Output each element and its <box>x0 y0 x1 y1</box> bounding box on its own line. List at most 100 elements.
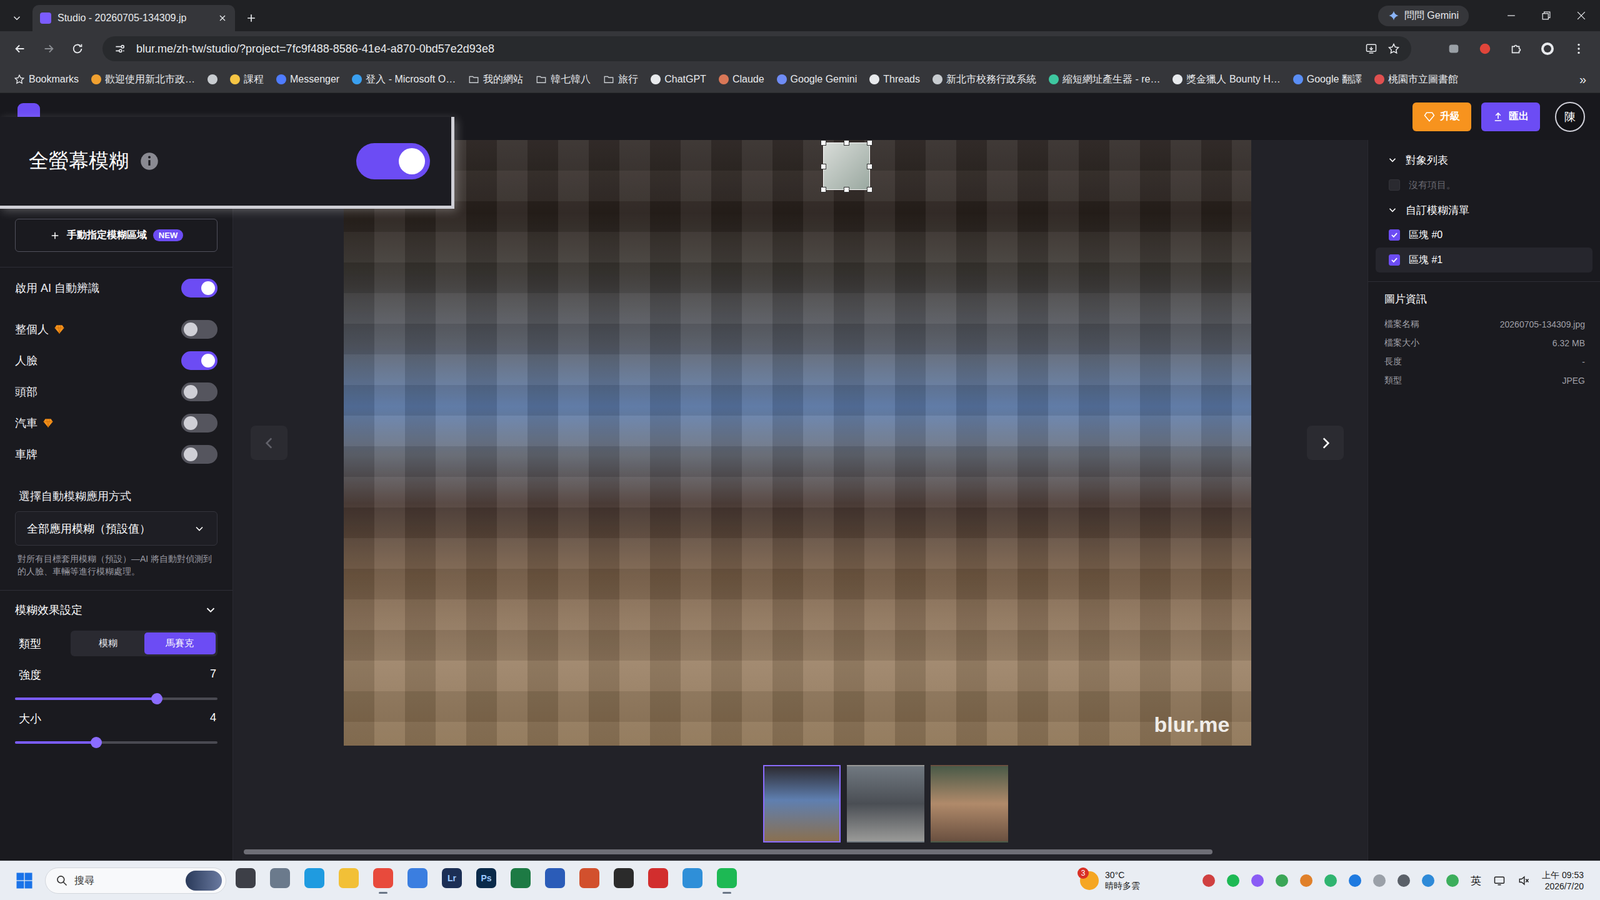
weather-widget[interactable]: 330°C晴時多雲 <box>1080 870 1140 892</box>
fullscreen-blur-toggle[interactable] <box>356 143 430 180</box>
reload-button[interactable] <box>65 36 90 62</box>
toggle-switch[interactable] <box>181 320 218 339</box>
type-option[interactable]: 模糊 <box>72 632 145 655</box>
tray-app-icon[interactable] <box>1324 874 1337 887</box>
taskbar-app[interactable] <box>609 863 639 899</box>
bookmark[interactable]: 獎金獵人 Bounty H… <box>1170 73 1283 87</box>
bookmark[interactable]: Threads <box>866 73 923 85</box>
image-thumbnail[interactable] <box>846 765 925 843</box>
tray-app-icon[interactable] <box>1275 874 1289 887</box>
taskbar-app[interactable] <box>540 863 570 899</box>
taskbar-app[interactable] <box>575 863 604 899</box>
bookmark[interactable]: ChatGPT <box>648 73 709 85</box>
checkbox[interactable] <box>1388 179 1400 191</box>
taskbar-app[interactable] <box>265 863 295 899</box>
taskbar-app[interactable] <box>678 863 707 899</box>
bookmark[interactable]: 桃園市立圖書館 <box>1371 73 1461 87</box>
slider-track[interactable] <box>15 741 218 744</box>
taskbar-app[interactable]: Lr <box>437 863 467 899</box>
site-info-icon[interactable] <box>113 42 127 55</box>
taskbar-app[interactable] <box>643 863 673 899</box>
taskbar-app[interactable] <box>403 863 432 899</box>
bookmark[interactable]: 歡迎使用新北市政… <box>88 73 198 87</box>
resize-handle[interactable] <box>820 140 827 146</box>
bookmark[interactable]: Bookmarks <box>11 73 82 85</box>
close-icon[interactable] <box>217 13 228 24</box>
tab-search-button[interactable] <box>6 5 28 32</box>
tray-app-icon[interactable] <box>1397 874 1410 887</box>
bookmark[interactable]: Claude <box>716 73 767 85</box>
bookmark[interactable]: Google Gemini <box>774 73 860 85</box>
minimize-icon[interactable] <box>1505 9 1518 22</box>
image-thumbnail[interactable] <box>930 765 1009 843</box>
taskbar-app[interactable] <box>368 863 398 899</box>
bookmark[interactable] <box>205 74 220 85</box>
taskbar-app[interactable] <box>712 863 742 899</box>
forward-button[interactable] <box>36 36 62 62</box>
previous-image-button[interactable] <box>250 425 288 460</box>
info-icon[interactable] <box>140 151 159 171</box>
tray-app-icon[interactable] <box>1202 874 1215 887</box>
effect-section-header[interactable]: 模糊效果設定 <box>0 596 233 624</box>
chrome-menu-button[interactable] <box>1565 36 1593 62</box>
address-bar[interactable]: blur.me/zh-tw/studio/?project=7fc9f488-8… <box>102 36 1412 62</box>
network-icon[interactable] <box>1493 874 1506 887</box>
export-button[interactable]: 匯出 <box>1481 102 1540 132</box>
extensions-menu-button[interactable] <box>1502 36 1530 62</box>
slider-thumb[interactable] <box>90 736 102 749</box>
resize-handle[interactable] <box>866 140 873 146</box>
new-tab-button[interactable] <box>240 5 263 32</box>
tray-app-icon[interactable] <box>1373 874 1386 887</box>
tray-app-icon[interactable] <box>1251 874 1264 887</box>
type-option[interactable]: 馬賽克 <box>144 632 217 655</box>
taskbar-app[interactable] <box>231 863 260 899</box>
input-method[interactable]: 英 <box>1470 873 1482 889</box>
bookmark[interactable]: 課程 <box>227 73 267 87</box>
apply-mode-dropdown[interactable]: 全部應用模糊（預設值） <box>15 511 218 546</box>
volume-icon[interactable] <box>1517 874 1530 887</box>
toggle-switch[interactable] <box>181 351 218 370</box>
manual-region-button[interactable]: 手動指定模糊區域NEW <box>15 218 218 252</box>
blurred-photo[interactable]: blur.me <box>343 140 1252 746</box>
bookmark[interactable]: 旅行 <box>600 73 641 87</box>
object-list-header[interactable]: 對象列表 <box>1375 147 1593 173</box>
horizontal-scrollbar[interactable] <box>236 849 1364 855</box>
slider-thumb[interactable] <box>151 693 163 705</box>
next-image-button[interactable] <box>1306 425 1344 460</box>
install-app-icon[interactable] <box>1365 42 1378 55</box>
extension-button[interactable] <box>1471 36 1499 62</box>
taskbar-app[interactable] <box>506 863 535 899</box>
tray-app-icon[interactable] <box>1446 874 1459 887</box>
taskbar-app[interactable] <box>300 863 329 899</box>
region-item[interactable]: 區塊 #1 <box>1375 247 1593 273</box>
bookmark[interactable]: 登入 - Microsoft O… <box>349 73 459 87</box>
resize-handle[interactable] <box>820 163 827 170</box>
taskbar-app[interactable] <box>334 863 364 899</box>
resize-handle[interactable] <box>843 140 850 146</box>
user-avatar[interactable]: 陳 <box>1555 101 1585 132</box>
bookmark[interactable]: 縮短網址產生器 - re… <box>1046 73 1163 87</box>
bookmark[interactable]: 我的網站 <box>465 73 526 87</box>
taskbar-search[interactable]: 搜尋 <box>45 867 227 894</box>
custom-list-header[interactable]: 自訂模糊清單 <box>1375 197 1593 223</box>
bookmark[interactable]: Google 翻譯 <box>1290 73 1365 87</box>
bookmark-star-icon[interactable] <box>1387 42 1400 55</box>
clock[interactable]: 上午 09:532026/7/20 <box>1541 869 1584 892</box>
slider-track[interactable] <box>15 697 218 700</box>
resize-handle[interactable] <box>843 186 850 193</box>
resize-handle[interactable] <box>866 163 873 170</box>
tray-app-icon[interactable] <box>1348 874 1362 887</box>
upgrade-button[interactable]: 升級 <box>1412 102 1472 132</box>
checkbox[interactable] <box>1388 254 1400 266</box>
back-button[interactable] <box>7 36 33 62</box>
taskbar-app[interactable]: Ps <box>471 863 501 899</box>
bookmark[interactable]: 韓七韓八 <box>533 73 594 87</box>
region-item[interactable]: 區塊 #0 <box>1375 222 1593 248</box>
windows-start-icon[interactable] <box>15 871 34 890</box>
tray-app-icon[interactable] <box>1421 874 1435 887</box>
bookmark[interactable]: 新北市校務行政系統 <box>930 73 1039 87</box>
image-thumbnail[interactable] <box>763 765 841 843</box>
resize-handle[interactable] <box>820 186 827 193</box>
more-bookmarks-button[interactable]: » <box>1574 72 1592 87</box>
resize-handle[interactable] <box>866 186 873 193</box>
